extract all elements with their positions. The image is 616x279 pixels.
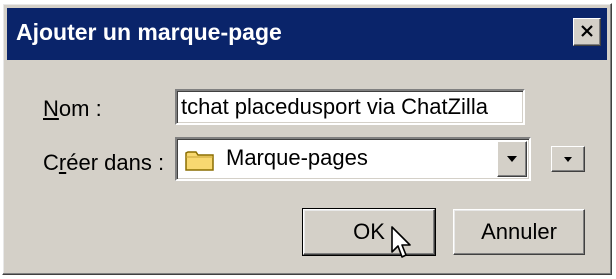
close-icon bbox=[581, 25, 593, 37]
ok-button[interactable]: OK bbox=[302, 208, 436, 256]
create-in-label: Créer dans : bbox=[43, 150, 165, 175]
expand-folders-button[interactable] bbox=[551, 146, 585, 172]
name-field-frame bbox=[175, 89, 525, 125]
folder-dropdown-button[interactable] bbox=[497, 141, 527, 177]
name-input[interactable] bbox=[181, 93, 519, 121]
folder-select[interactable]: Marque-pages bbox=[175, 137, 531, 181]
folder-select-value: Marque-pages bbox=[226, 145, 368, 170]
chevron-down-icon bbox=[507, 156, 517, 162]
close-button[interactable] bbox=[573, 18, 601, 46]
title-bar[interactable]: Ajouter un marque-page bbox=[7, 8, 607, 60]
chevron-down-icon bbox=[564, 157, 572, 162]
dialog-title: Ajouter un marque-page bbox=[16, 19, 282, 45]
cancel-button[interactable]: Annuler bbox=[453, 209, 585, 255]
mouse-pointer-icon bbox=[391, 226, 411, 258]
name-label: Nom : bbox=[43, 96, 102, 121]
folder-icon bbox=[185, 151, 214, 171]
add-bookmark-dialog: Ajouter un marque-page Nom : Créer dans … bbox=[2, 3, 612, 275]
